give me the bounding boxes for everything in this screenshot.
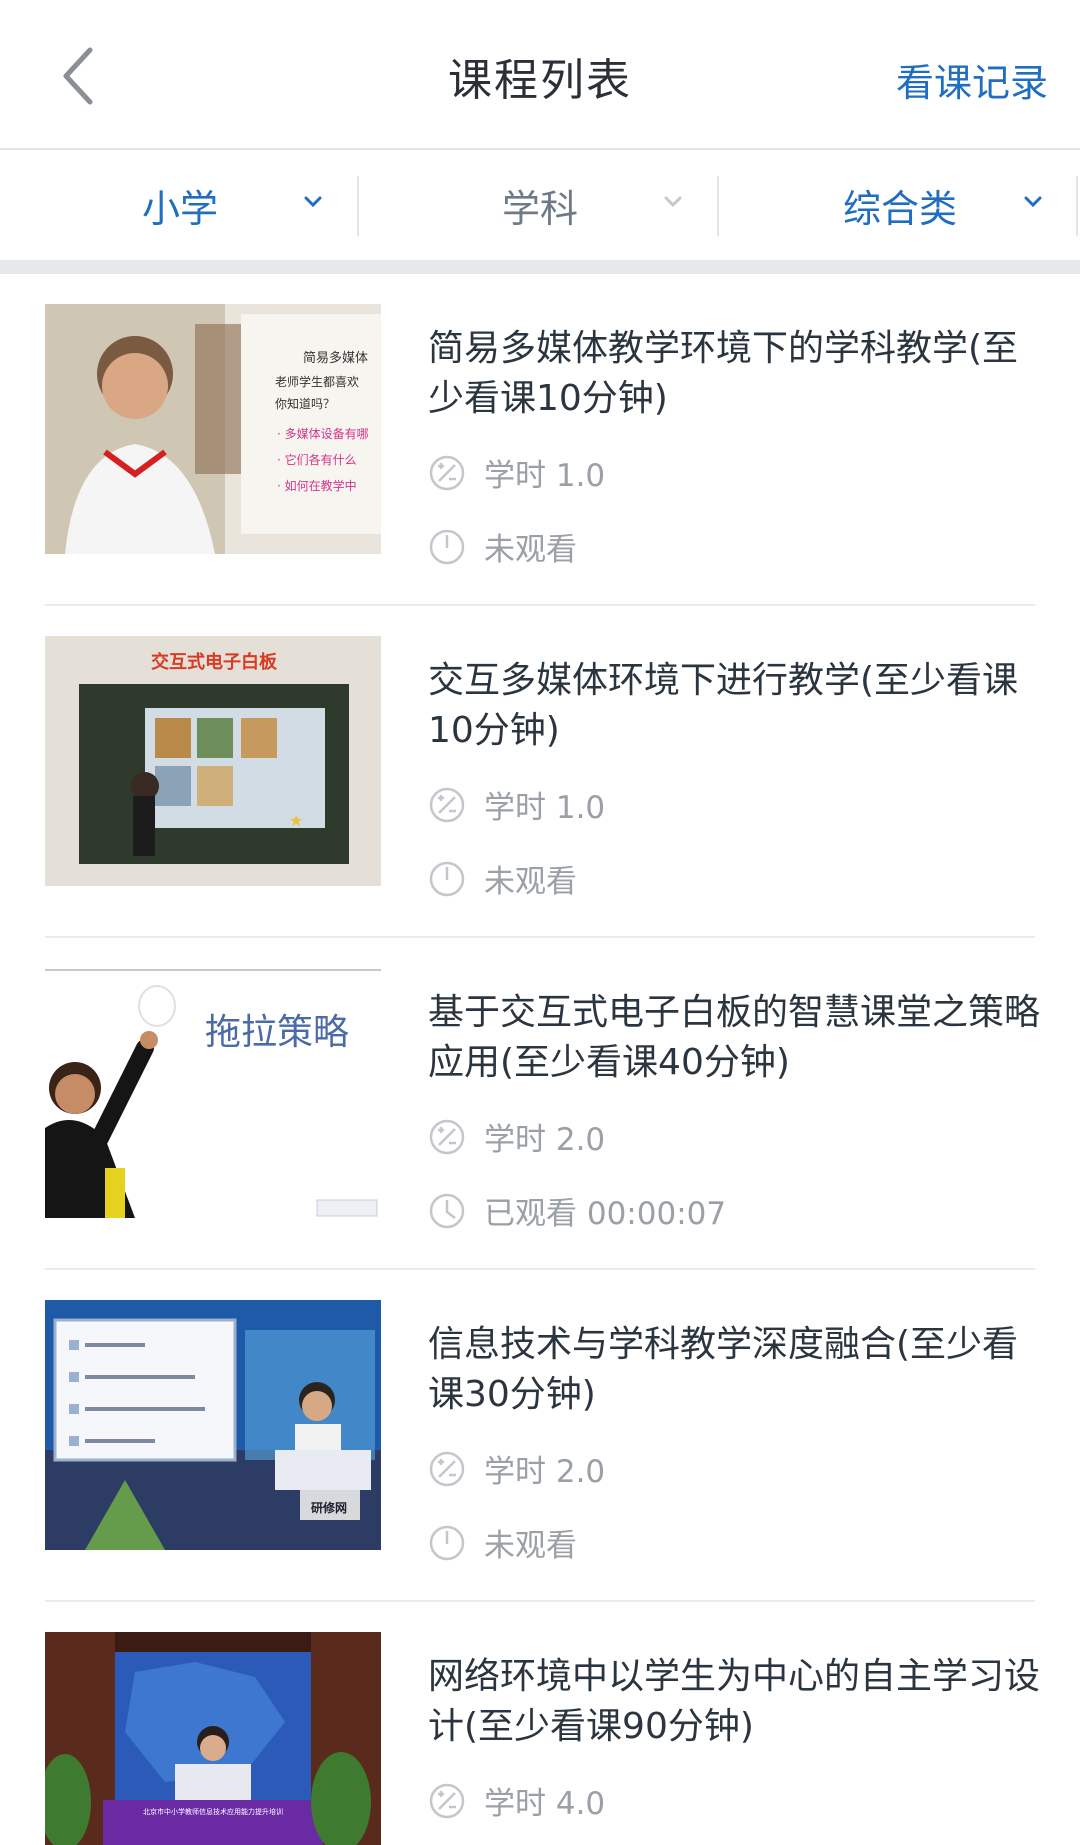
course-hours: 学时 1.0 xyxy=(428,782,605,827)
chevron-down-icon xyxy=(1024,196,1042,208)
course-item[interactable]: 北京市中小学教师信息技术应用能力提升培训 网络环境中以学生为中心的自主学习设计(… xyxy=(0,1602,1080,1845)
filter-category-label: 综合类 xyxy=(842,186,957,231)
credit-hours-icon xyxy=(429,1451,465,1486)
course-title: 基于交互式电子白板的智慧课堂之策略应用(至少看课40分钟) xyxy=(428,992,1041,1083)
course-watch-status: 未观看 xyxy=(428,856,577,901)
course-hours-label: 学时 2.0 xyxy=(484,1122,606,1158)
course-watch-status: 未观看 xyxy=(428,524,577,569)
credit-hours-icon xyxy=(429,787,465,822)
credit-hours-icon xyxy=(429,1783,465,1818)
progress-empty-icon xyxy=(429,861,465,896)
course-hours: 学时 2.0 xyxy=(428,1446,605,1491)
course-hours: 学时 2.0 xyxy=(428,1114,605,1159)
thumb-text: 简易多媒体 xyxy=(303,350,368,366)
course-status-label: 未观看 xyxy=(484,864,577,900)
course-hours-label: 学时 4.0 xyxy=(484,1786,606,1822)
filter-level-dropdown[interactable]: 小学 xyxy=(0,150,360,260)
course-hours-label: 学时 2.0 xyxy=(484,1454,606,1490)
thumb-text: 研修网 xyxy=(311,1500,347,1515)
course-thumbnail: 北京市中小学教师信息技术应用能力提升培训 xyxy=(45,1632,381,1845)
thumb-text: · 如何在教学中 xyxy=(277,478,357,493)
course-hours-label: 学时 1.0 xyxy=(484,790,606,826)
thumb-text: 老师学生都喜欢 xyxy=(275,374,359,389)
course-list: 简易多媒体 老师学生都喜欢 你知道吗？ · 多媒体设备有哪 · 它们各有什么 ·… xyxy=(0,274,1080,1845)
course-thumbnail: 研修网 xyxy=(45,1300,381,1550)
thumb-text: 交互式电子白板 xyxy=(151,651,278,673)
watch-history-link[interactable]: 看课记录 xyxy=(896,52,1048,107)
course-item[interactable]: 交互式电子白板 ★ 交互多媒体环境下进行教学(至少看课10分钟) 学时 1.0 … xyxy=(0,606,1080,938)
course-thumbnail: 交互式电子白板 ★ xyxy=(45,636,381,886)
thumb-text: 北京市中小学教师信息技术应用能力提升培训 xyxy=(143,1807,283,1816)
course-thumbnail: 简易多媒体 老师学生都喜欢 你知道吗？ · 多媒体设备有哪 · 它们各有什么 ·… xyxy=(45,304,381,554)
course-status-label: 未观看 xyxy=(484,1528,577,1564)
course-thumbnail: 拖拉策略 xyxy=(45,968,381,1218)
course-hours-label: 学时 1.0 xyxy=(484,458,606,494)
svg-text:★: ★ xyxy=(289,811,303,830)
filter-divider xyxy=(357,176,359,236)
course-item[interactable]: 拖拉策略 基于交互式电子白板的智慧课堂之策略应用(至少看课40分钟) 学时 2.… xyxy=(0,938,1080,1270)
course-hours: 学时 1.0 xyxy=(428,450,605,495)
thumb-text: 你知道吗？ xyxy=(275,397,335,411)
course-title: 交互多媒体环境下进行教学(至少看课10分钟) xyxy=(428,660,1019,751)
clock-icon xyxy=(429,1193,465,1228)
filter-level-label: 小学 xyxy=(141,186,218,231)
filter-divider xyxy=(717,176,719,236)
chevron-down-icon xyxy=(304,196,322,208)
thumb-text: 拖拉策略 xyxy=(205,1012,349,1053)
credit-hours-icon xyxy=(429,455,465,490)
progress-empty-icon xyxy=(429,529,465,564)
thumb-text: · 它们各有什么 xyxy=(277,452,357,467)
course-watch-status: 未观看 xyxy=(428,1520,577,1565)
chevron-down-icon xyxy=(664,196,682,208)
progress-empty-icon xyxy=(429,1525,465,1560)
course-title: 信息技术与学科教学深度融合(至少看课30分钟) xyxy=(428,1324,1019,1415)
filter-category-dropdown[interactable]: 综合类 xyxy=(720,150,1080,260)
filter-divider xyxy=(1076,176,1078,236)
course-status-label: 已观看 00:00:07 xyxy=(484,1196,727,1232)
course-title: 简易多媒体教学环境下的学科教学(至少看课10分钟) xyxy=(428,328,1019,419)
filter-subject-label: 学科 xyxy=(501,186,578,231)
course-item[interactable]: 研修网 信息技术与学科教学深度融合(至少看课30分钟) 学时 2.0 未观看 xyxy=(0,1270,1080,1602)
thumb-text: · 多媒体设备有哪 xyxy=(277,427,369,441)
course-item[interactable]: 简易多媒体 老师学生都喜欢 你知道吗？ · 多媒体设备有哪 · 它们各有什么 ·… xyxy=(0,274,1080,606)
course-status-label: 未观看 xyxy=(484,532,577,568)
course-hours: 学时 4.0 xyxy=(428,1778,605,1823)
course-watch-status: 已观看 00:00:07 xyxy=(428,1188,726,1233)
filter-bar: 小学 学科 综合类 xyxy=(0,150,1080,260)
credit-hours-icon xyxy=(429,1119,465,1154)
course-title: 网络环境中以学生为中心的自主学习设计(至少看课90分钟) xyxy=(428,1656,1041,1747)
section-divider xyxy=(0,260,1080,274)
app-header: 课程列表 看课记录 xyxy=(0,0,1080,150)
filter-subject-dropdown[interactable]: 学科 xyxy=(360,150,720,260)
